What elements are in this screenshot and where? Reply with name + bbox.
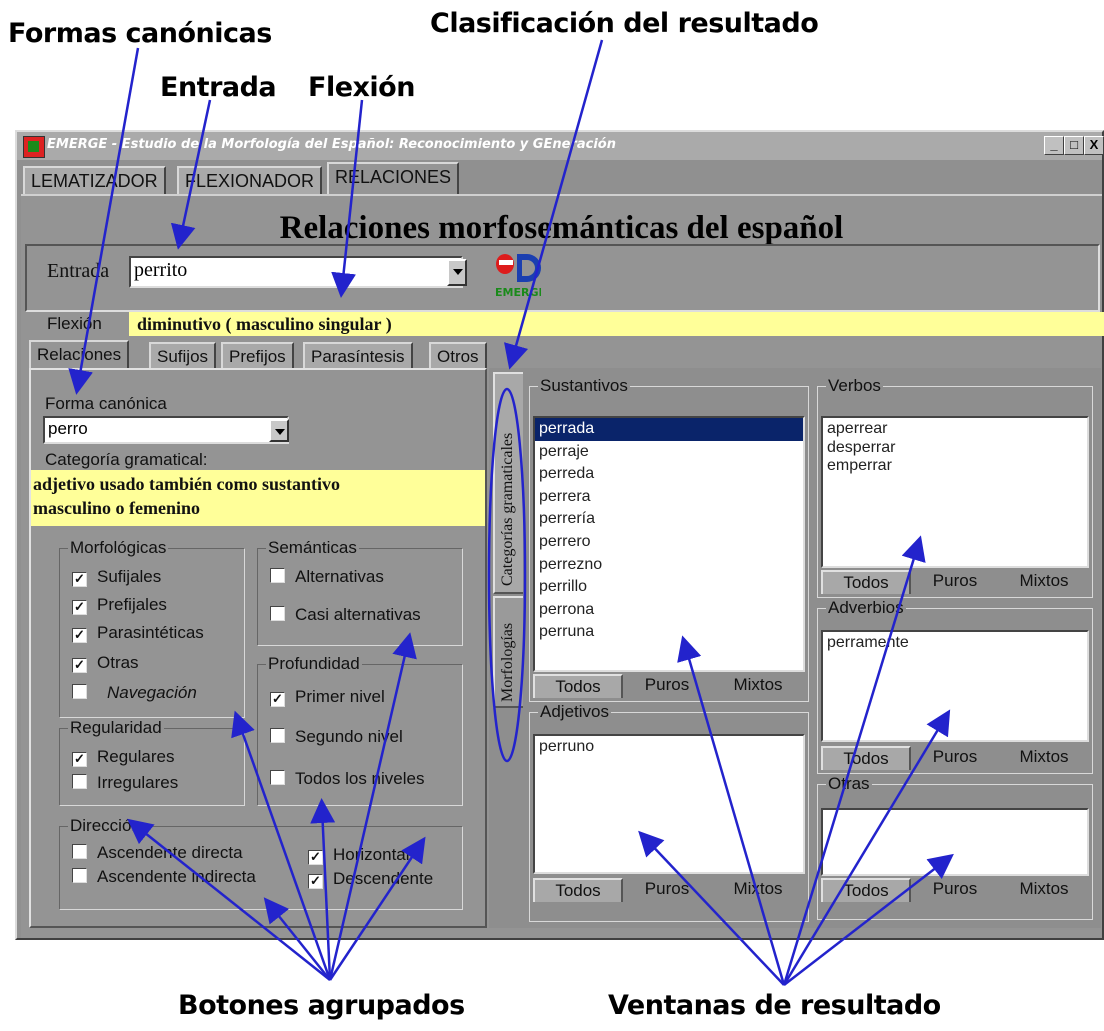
clasificacion-ellipse: [487, 387, 527, 763]
arrow-botones-2: [231, 710, 332, 981]
arrow-botones-3: [263, 897, 331, 981]
arrow-botones-5: [328, 632, 417, 981]
annotation-arrows: [68, 39, 954, 986]
arrow-ventanas-5: [783, 853, 954, 986]
arrow-ventanas-4: [782, 709, 951, 986]
arrow-botones-6: [328, 836, 426, 981]
arrow-entrada: [170, 99, 212, 250]
arrow-formas-canonicas: [68, 47, 140, 395]
arrow-botones-4: [310, 798, 336, 981]
page: { "annotations": { "formas_canonicas": "…: [0, 0, 1104, 1031]
arrow-ventanas-3: [782, 535, 926, 986]
arrow-clasificacion: [504, 39, 604, 370]
arrow-flexion: [331, 99, 364, 298]
arrow-botones-1: [127, 818, 331, 981]
